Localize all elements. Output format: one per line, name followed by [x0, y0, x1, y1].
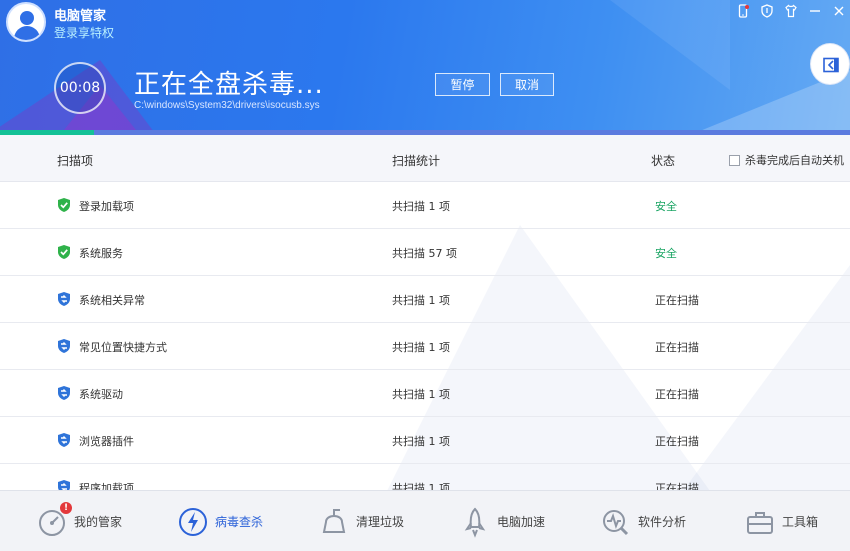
- scan-table: 扫描项 扫描统计 状态 杀毒完成后自动关机 登录加载项 共扫描 1 项安全 系统服务…: [0, 135, 850, 490]
- nav-item-software-analysis[interactable]: 软件分析: [600, 491, 686, 551]
- scanning-shield-icon: [56, 432, 72, 448]
- lightning-shield-icon: [177, 506, 209, 538]
- scan-item-status: 正在扫描: [655, 294, 699, 307]
- gauge-icon: !: [36, 501, 72, 538]
- scanning-shield-icon: [56, 291, 72, 307]
- scan-item-status: 安全: [655, 247, 677, 260]
- scan-item-name: 浏览器插件: [79, 435, 134, 448]
- scanning-shield-icon: [56, 479, 72, 490]
- scan-item-count: 共扫描 1 项: [392, 388, 450, 401]
- checkbox-box[interactable]: [729, 154, 740, 166]
- table-row[interactable]: 系统驱动 共扫描 1 项 正在扫描: [0, 370, 850, 417]
- column-header-status: 状态: [651, 154, 676, 168]
- shirt-icon[interactable]: [780, 0, 802, 22]
- nav-item-my-manager[interactable]: ! 我的管家: [36, 491, 122, 551]
- table-row[interactable]: 系统服务 共扫描 57 项 安全: [0, 229, 850, 276]
- app-title: 电脑管家: [54, 9, 107, 24]
- pause-button[interactable]: 暂停: [435, 73, 490, 96]
- table-row[interactable]: 系统相关异常 共扫描 1 项 正在扫描: [0, 276, 850, 323]
- nav-label: 我的管家: [74, 515, 123, 529]
- scan-item-count: 共扫描 1 项: [392, 200, 450, 213]
- side-panel-button[interactable]: [810, 43, 850, 85]
- table-row[interactable]: 程序加载项 共扫描 1 项 正在扫描: [0, 464, 850, 490]
- table-row[interactable]: 常见位置快捷方式 共扫描 1 项 正在扫描: [0, 323, 850, 370]
- scan-timer: 00:08: [54, 62, 106, 114]
- scan-item-name: 系统服务: [79, 247, 123, 260]
- panel-toggle-icon: [823, 57, 839, 73]
- scan-item-count: 共扫描 1 项: [392, 482, 450, 490]
- scan-path: C:\windows\System32\drivers\isocusb.sys: [134, 100, 320, 111]
- nav-label: 工具箱: [782, 515, 819, 529]
- scan-item-name: 登录加载项: [79, 200, 134, 213]
- vacuum-icon: [318, 506, 350, 538]
- avatar[interactable]: [6, 2, 46, 42]
- scan-item-status: 正在扫描: [655, 388, 699, 401]
- scan-item-name: 程序加载项: [79, 482, 134, 490]
- table-header: 扫描项 扫描统计 状态 杀毒完成后自动关机: [0, 135, 850, 182]
- scan-item-status: 安全: [655, 200, 677, 213]
- toolbox-icon: [744, 506, 776, 538]
- safe-check-shield-icon: [56, 197, 72, 213]
- minimize-icon[interactable]: [804, 0, 826, 22]
- scan-item-count: 共扫描 1 项: [392, 341, 450, 354]
- shield-icon[interactable]: [756, 0, 778, 22]
- scan-item-status: 正在扫描: [655, 482, 699, 490]
- nav-label: 清理垃圾: [356, 515, 405, 529]
- window-controls: [730, 0, 850, 22]
- scan-item-status: 正在扫描: [655, 341, 699, 354]
- scan-item-count: 共扫描 57 项: [392, 247, 457, 260]
- login-link[interactable]: 登录享特权: [54, 24, 114, 41]
- pulse-icon: [600, 506, 632, 538]
- rocket-icon: [459, 506, 491, 538]
- close-icon[interactable]: [828, 0, 850, 22]
- nav-item-virus-scan[interactable]: 病毒查杀: [177, 491, 263, 551]
- table-row[interactable]: 浏览器插件 共扫描 1 项 正在扫描: [0, 417, 850, 464]
- cancel-button[interactable]: 取消: [500, 73, 554, 96]
- scan-item-name: 常见位置快捷方式: [79, 341, 167, 354]
- scanning-shield-icon: [56, 338, 72, 354]
- scan-item-count: 共扫描 1 项: [392, 435, 450, 448]
- bottom-nav: ! 我的管家 病毒查杀 清理垃圾 电脑加速 软件分析 工具箱: [0, 490, 850, 551]
- scan-item-status: 正在扫描: [655, 435, 699, 448]
- phone-icon[interactable]: [732, 0, 754, 22]
- column-header-item: 扫描项: [57, 154, 94, 168]
- scan-title: 正在全盘杀毒...: [134, 70, 324, 100]
- nav-item-toolbox[interactable]: 工具箱: [744, 491, 818, 551]
- scan-item-name: 系统相关异常: [79, 294, 145, 307]
- table-row[interactable]: 登录加载项 共扫描 1 项 安全: [0, 182, 850, 229]
- nav-item-speed-up[interactable]: 电脑加速: [459, 491, 545, 551]
- header: 电脑管家 登录享特权 00:08 正在全盘杀毒... C:\windows\Sy…: [0, 0, 850, 135]
- nav-item-clean-junk[interactable]: 清理垃圾: [318, 491, 404, 551]
- scan-item-name: 系统驱动: [79, 388, 123, 401]
- auto-shutdown-label: 杀毒完成后自动关机: [745, 154, 844, 167]
- auto-shutdown-checkbox[interactable]: 杀毒完成后自动关机: [729, 152, 844, 168]
- nav-label: 病毒查杀: [215, 515, 264, 529]
- nav-label: 电脑加速: [497, 515, 546, 529]
- column-header-stats: 扫描统计: [392, 154, 441, 168]
- safe-check-shield-icon: [56, 244, 72, 260]
- scanning-shield-icon: [56, 385, 72, 401]
- scan-item-count: 共扫描 1 项: [392, 294, 450, 307]
- notification-badge: !: [60, 501, 72, 514]
- nav-label: 软件分析: [638, 515, 687, 529]
